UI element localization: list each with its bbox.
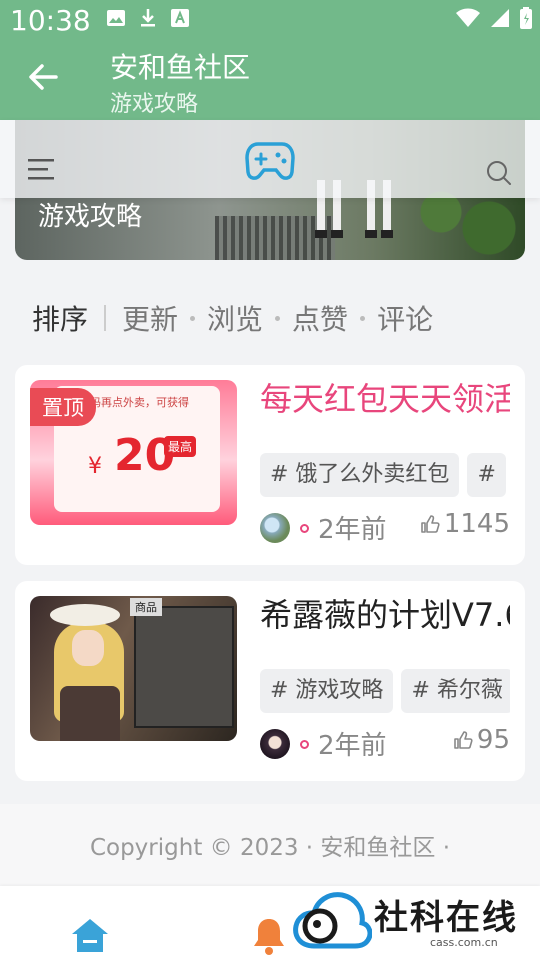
bell-icon[interactable]	[250, 916, 288, 956]
like-count[interactable]: 1145	[420, 509, 510, 539]
cloud-eye-icon	[293, 892, 372, 949]
post-tags: # 游戏攻略 # 希尔薇	[260, 669, 510, 713]
app-bar: 10:38 安和鱼社区 游戏攻略	[0, 0, 540, 120]
watermark-logo: 社科在线 cass.com.cn	[288, 878, 540, 960]
like-count-value: 1145	[443, 509, 510, 539]
status-notification-icons	[106, 8, 190, 28]
post-thumbnail[interactable]: 商品	[30, 596, 237, 741]
sort-option-updated[interactable]: 更新	[122, 298, 178, 338]
gamepad-icon[interactable]	[244, 138, 296, 182]
character-face	[72, 630, 104, 666]
status-dot-icon	[300, 524, 309, 533]
thumbs-up-icon	[421, 515, 440, 533]
download-icon	[141, 9, 155, 27]
post-title[interactable]: 每天红包天天领活动|每天领本	[260, 379, 510, 441]
post-meta: 2年前 95	[260, 725, 510, 761]
sort-divider	[104, 305, 107, 331]
thumbnail-currency: ¥	[88, 454, 102, 479]
post-time: 2年前	[318, 515, 387, 545]
thumbs-up-icon	[454, 731, 473, 749]
back-arrow-icon[interactable]	[26, 60, 60, 94]
pinned-badge: 置顶	[30, 388, 96, 426]
app-subtitle: 游戏攻略	[110, 92, 199, 117]
thumbnail-badge: 最高	[164, 436, 197, 457]
banner-label: 游戏攻略	[38, 202, 143, 232]
watermark-url: cass.com.cn	[430, 936, 498, 949]
sort-option-comments[interactable]: 评论	[377, 298, 433, 338]
sort-option-likes[interactable]: 点赞	[292, 298, 348, 338]
sort-separator-dot	[360, 315, 366, 321]
post-title[interactable]: 希露薇的计划V7.6.0超级魔改	[260, 595, 510, 657]
sort-separator-dot	[190, 315, 196, 321]
sort-bar: 排序 更新 浏览 点赞 评论	[32, 296, 433, 340]
post-thumbnail[interactable]: 码再点外卖，可获得 ¥ 20 最高 置顶	[30, 380, 237, 525]
sort-label: 排序	[32, 303, 89, 336]
tag-chip[interactable]: #	[467, 453, 506, 497]
signal-icon	[491, 9, 509, 27]
watermark-name: 社科在线	[374, 898, 518, 938]
post-time: 2年前	[318, 731, 387, 761]
thumbnail-caption: 码再点外卖，可获得	[90, 396, 189, 409]
tag-chip[interactable]: # 希尔薇	[401, 669, 510, 713]
post-tags: # 饿了么外卖红包 #	[260, 453, 510, 497]
status-bar: 10:38	[0, 0, 540, 40]
character-hat	[50, 604, 120, 626]
thumbnail-label: 商品	[130, 598, 162, 616]
post-meta: 2年前 1145	[260, 509, 510, 545]
app-title: 安和鱼社区	[110, 51, 251, 84]
battery-icon	[520, 7, 532, 29]
font-icon	[171, 9, 189, 27]
home-icon[interactable]	[70, 916, 110, 956]
sort-option-views[interactable]: 浏览	[207, 298, 263, 338]
shop-panel	[134, 606, 234, 728]
status-system-icons	[456, 7, 532, 29]
post-card[interactable]: 商品 希露薇的计划V7.6.0超级魔改 # 游戏攻略# 希尔薇 2年前 95	[15, 581, 525, 781]
menu-icon[interactable]	[28, 158, 56, 182]
author-avatar[interactable]	[260, 729, 290, 759]
like-count[interactable]: 95	[453, 725, 510, 755]
sort-separator-dot	[275, 315, 281, 321]
like-count-value: 95	[476, 725, 510, 755]
tag-chip[interactable]: # 游戏攻略	[260, 669, 394, 713]
wifi-icon	[456, 8, 480, 27]
character-dress	[60, 686, 120, 741]
post-card[interactable]: 码再点外卖，可获得 ¥ 20 最高 置顶 每天红包天天领活动|每天领本 # 饿了…	[15, 365, 525, 565]
status-dot-icon	[300, 740, 309, 749]
copyright-text: Copyright © 2023 · 安和鱼社区 ·	[89, 835, 451, 861]
status-time: 10:38	[10, 4, 91, 37]
tag-chip[interactable]: # 饿了么外卖红包	[260, 453, 460, 497]
search-icon[interactable]	[486, 160, 512, 186]
top-navigation	[0, 120, 540, 198]
image-icon	[107, 10, 125, 26]
author-avatar[interactable]	[260, 513, 290, 543]
